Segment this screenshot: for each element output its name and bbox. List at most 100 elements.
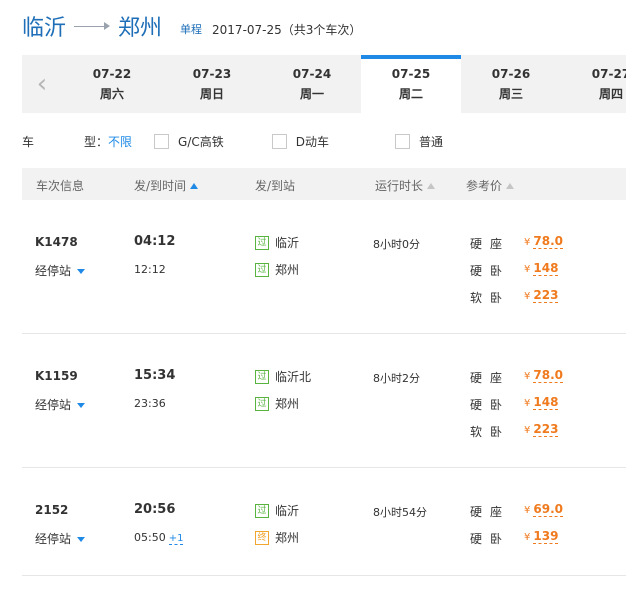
from-station: 过临沂北 (255, 368, 311, 385)
seat-price[interactable]: ¥223 (524, 422, 559, 437)
col-duration[interactable]: 运行时长 (375, 177, 436, 194)
from-station-name: 临沂 (275, 504, 300, 518)
normal-train-label[interactable]: 普通 (419, 133, 443, 150)
to-station: 过郑州 (255, 395, 299, 412)
col-train-info: 车次信息 (36, 179, 85, 193)
price-value: 148 (533, 395, 559, 410)
date-tab[interactable]: 07-22 周六 (62, 55, 162, 113)
date-tab-date: 07-24 (292, 67, 332, 81)
sort-arrow-icon (190, 182, 199, 189)
yen-icon: ¥ (524, 505, 531, 516)
date-tab-active[interactable]: 07-25 周二 (361, 55, 461, 113)
sort-arrow-icon (427, 182, 436, 189)
price-value: 78.0 (533, 368, 563, 383)
seat-price[interactable]: ¥148 (524, 395, 559, 410)
from-station: 过临沂 (255, 502, 299, 519)
yen-icon: ¥ (524, 425, 531, 436)
date-tab[interactable]: 07-27 周四 (561, 55, 626, 113)
date-tab-date: 07-22 (92, 67, 132, 81)
stops-toggle[interactable]: 经停站 (35, 262, 86, 279)
duration: 8小时54分 (373, 506, 427, 519)
train-number[interactable]: K1478 (35, 235, 78, 249)
date-tab-weekday: 周三 (498, 87, 523, 101)
date-tab[interactable]: 07-23 周日 (162, 55, 262, 113)
arrive-time: 12:12 (134, 263, 166, 276)
route-header: 临沂 郑州 单程 2017-07-25（共3个车次） (22, 10, 361, 42)
seat-type: 硬卧 (470, 532, 511, 546)
arrive-time-value: 05:50 (134, 531, 166, 544)
chevron-left-icon[interactable]: ‹ (22, 55, 62, 113)
stops-label: 经停站 (35, 264, 72, 278)
stops-toggle[interactable]: 经停站 (35, 396, 86, 413)
col-time[interactable]: 发/到时间 (134, 177, 199, 194)
date-tab-date: 07-26 (491, 67, 531, 81)
seat-price[interactable]: ¥139 (524, 529, 559, 544)
d-train-checkbox[interactable] (271, 133, 287, 149)
date-tab-weekday: 周二 (398, 87, 423, 101)
caret-down-icon (77, 537, 86, 542)
filter-label-a: 车 (22, 134, 35, 149)
gc-highspeed-checkbox[interactable] (154, 133, 170, 149)
date-selector: ‹ 07-22 周六 07-23 周日 07-24 周一 07-25 周二 07… (22, 55, 626, 113)
train-row: K1478 经停站 04:12 12:12 过临沂 过郑州 8小时0分 硬座 ¥… (22, 200, 626, 334)
seat-price[interactable]: ¥69.0 (524, 502, 563, 517)
price-value: 78.0 (533, 234, 563, 249)
date-tab[interactable]: 07-26 周三 (461, 55, 561, 113)
date-tab[interactable]: 07-24 周一 (262, 55, 362, 113)
normal-train-checkbox[interactable] (395, 133, 411, 149)
seat-price[interactable]: ¥223 (524, 288, 559, 303)
trip-type: 单程 (180, 23, 203, 36)
col-time-label: 发/到时间 (134, 179, 187, 193)
filter-unlimited[interactable]: 不限 (108, 133, 132, 150)
stops-toggle[interactable]: 经停站 (35, 530, 86, 547)
next-day-badge[interactable]: +1 (168, 533, 184, 545)
to-station: 终郑州 (255, 529, 299, 546)
sort-arrow-icon (506, 182, 515, 189)
col-price[interactable]: 参考价 (466, 177, 515, 194)
price-value: 139 (533, 529, 559, 544)
arrive-time-value: 23:36 (134, 397, 166, 410)
price-value: 223 (533, 288, 559, 303)
depart-time: 20:56 (134, 502, 176, 517)
date-tab-date: 07-23 (192, 67, 232, 81)
from-station: 过临沂 (255, 234, 299, 251)
seat-price[interactable]: ¥78.0 (524, 368, 563, 383)
seat-type: 软卧 (470, 425, 511, 439)
d-train-label[interactable]: D动车 (296, 133, 329, 150)
yen-icon: ¥ (524, 398, 531, 409)
yen-icon: ¥ (524, 371, 531, 382)
depart-time: 04:12 (134, 234, 176, 249)
depart-time: 15:34 (134, 368, 176, 383)
train-type-filter: 车 型： 不限 G/C高铁 D动车 普通 (22, 128, 626, 154)
seat-type: 硬座 (470, 505, 511, 519)
to-station: 过郑州 (255, 261, 299, 278)
to-station-name: 郑州 (275, 397, 300, 411)
yen-icon: ¥ (524, 532, 531, 543)
train-number[interactable]: 2152 (35, 503, 68, 517)
arrive-time-value: 12:12 (134, 263, 166, 276)
to-station-name: 郑州 (275, 531, 300, 545)
pass-badge: 过 (255, 503, 269, 518)
gc-highspeed-label[interactable]: G/C高铁 (178, 133, 224, 150)
stops-label: 经停站 (35, 398, 72, 412)
seat-type: 硬座 (470, 371, 511, 385)
seat-type: 硬卧 (470, 264, 511, 278)
pass-badge: 过 (255, 369, 269, 384)
duration: 8小时0分 (373, 238, 420, 251)
caret-down-icon (77, 269, 86, 274)
date-tab-date: 07-25 (391, 67, 431, 81)
price-value: 223 (533, 422, 559, 437)
train-row: K1159 经停站 15:34 23:36 过临沂北 过郑州 8小时2分 硬座 … (22, 334, 626, 468)
yen-icon: ¥ (524, 237, 531, 248)
col-duration-label: 运行时长 (375, 179, 424, 193)
table-header: 车次信息 发/到时间 发/到站 运行时长 参考价 (22, 168, 626, 200)
date-tab-weekday: 周一 (299, 87, 324, 101)
to-station-name: 郑州 (275, 263, 300, 277)
train-number[interactable]: K1159 (35, 369, 78, 383)
arrive-time: 23:36 (134, 397, 166, 410)
pass-badge: 过 (255, 396, 269, 411)
seat-price[interactable]: ¥78.0 (524, 234, 563, 249)
seat-price[interactable]: ¥148 (524, 261, 559, 276)
filter-label-b: 型： (84, 134, 109, 149)
date-tab-date: 07-27 (591, 67, 626, 81)
